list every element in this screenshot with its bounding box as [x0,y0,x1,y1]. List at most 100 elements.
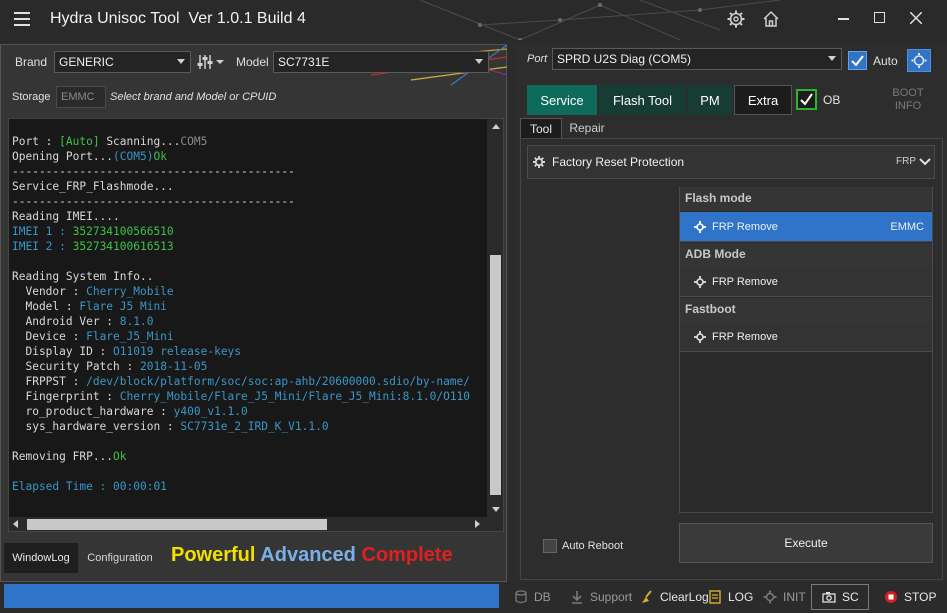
filter-sliders-icon[interactable] [197,53,227,71]
stop-label: STOP [904,590,937,604]
init-button[interactable]: INIT [763,583,806,611]
frp-remove-label: FRP Remove [712,275,778,288]
frp-remove-fastboot[interactable]: FRP Remove [680,322,932,352]
tab-repair[interactable]: Repair [564,118,610,138]
tab-service[interactable]: Service [527,85,597,115]
port-settings-button[interactable] [907,49,931,72]
tab-tool[interactable]: Tool [520,118,562,138]
log-segment: Ok [153,150,167,163]
frp-short-label: FRP [896,156,916,167]
support-button[interactable]: Support [570,583,632,611]
chevron-down-icon [828,56,836,61]
log-file-icon [709,590,721,604]
log-line: Port : [Auto] Scanning...COM5 [12,134,486,149]
model-label: Model [236,55,269,69]
log-button[interactable]: LOG [708,583,753,611]
horizontal-scrollbar[interactable] [9,517,487,531]
model-select[interactable]: SC7731E [273,51,489,73]
scroll-down-icon[interactable] [492,507,500,512]
log-console[interactable]: Port : [Auto] Scanning...COM5 Opening Por… [8,118,504,532]
log-segment: Reading System Info.. [12,270,154,283]
log-line: Display ID : O11019 release-keys [12,344,486,359]
log-line: ----------------------------------------… [12,194,486,209]
title-bar: Hydra Unisoc Tool Ver 1.0.1 Build 4 [0,0,947,40]
brand-model-hint: Select brand and Model or CPUID [110,91,277,103]
ob-checkbox[interactable] [796,89,817,110]
log-text: Port : [Auto] Scanning...COM5 Opening Por… [12,119,486,519]
scroll-right-icon[interactable] [475,520,480,528]
scroll-left-icon[interactable] [13,520,18,528]
frp-remove-adb-mode[interactable]: FRP Remove [680,267,932,297]
close-icon[interactable] [910,12,922,24]
support-label: Support [590,590,633,604]
init-label: INIT [783,590,806,604]
frp-remove-label: FRP Remove [712,220,778,233]
log-line: Device : Flare_J5_Mini [12,329,486,344]
tab-extra[interactable]: Extra [734,85,792,115]
progress-bar [4,584,499,608]
slogan-complete: Complete [361,544,453,566]
tab-flash-tool[interactable]: Flash Tool [599,85,686,115]
progress-fill [4,584,499,608]
gear-icon [694,220,706,233]
auto-checkbox[interactable] [848,51,867,70]
clearlog-button[interactable]: ClearLog [640,583,709,611]
sc-label: SC [842,590,859,604]
port-select[interactable]: SPRD U2S Diag (COM5) [552,48,842,70]
log-line: Model : Flare J5 Mini [12,299,486,314]
frp-remove-flash-mode[interactable]: FRP Remove EMMC [680,212,932,242]
boot-info-button[interactable]: BOOT INFO [876,85,940,115]
log-segment: Scanning... [99,135,181,148]
camera-icon [822,592,836,603]
chevron-down-icon [919,158,931,166]
log-segment: 352734100566510 [72,225,174,238]
log-line: Service_FRP_Flashmode... [12,179,486,194]
brand-select[interactable]: GENERIC [54,51,191,73]
log-segment: SC7731e_2_IRD_K_V1.1.0 [180,420,329,433]
auto-reboot-checkbox[interactable] [543,539,557,553]
menu-icon[interactable] [14,12,30,26]
maximize-icon[interactable] [874,12,885,23]
slogan-powerful: Powerful [171,544,256,566]
tab-pm[interactable]: PM [688,85,732,115]
storage-label: Storage [12,91,51,103]
minimize-icon[interactable] [838,18,849,20]
download-icon [572,591,582,604]
settings-gear-icon[interactable] [727,10,745,28]
horizontal-scroll-thumb[interactable] [27,519,327,530]
home-icon[interactable] [762,10,780,28]
db-label: DB [534,590,551,604]
gear-icon [694,275,706,288]
ob-label: OB [823,93,841,107]
broom-icon [642,590,652,603]
log-segment: sys_hardware_version : [12,420,181,433]
storage-field[interactable]: EMMC [56,86,106,108]
slogan-advanced: Advanced [260,544,356,566]
log-line: IMEI 1 : 352734100566510 [12,224,486,239]
vertical-scrollbar[interactable] [487,119,503,517]
checkmark-icon [851,55,864,67]
log-line: Fingerprint : Cherry_Mobile/Flare_J5_Min… [12,389,486,404]
execute-button[interactable]: Execute [679,523,933,563]
tab-windowlog[interactable]: WindowLog [4,543,78,573]
stop-button[interactable]: STOP [884,583,936,611]
log-segment: Service_FRP_Flashmode... [12,180,174,193]
screenshot-button[interactable]: SC [811,584,869,610]
scroll-up-icon[interactable] [492,124,500,129]
gear-icon [911,53,927,68]
tab-configuration[interactable]: Configuration [80,543,160,573]
log-label: LOG [728,590,754,604]
log-segment: FRPPST : [12,375,87,388]
log-segment: Cherry_Mobile [86,285,174,298]
port-label: Port [527,53,548,65]
log-segment: O11019 release-keys [113,345,242,358]
stop-icon [885,591,897,603]
log-segment: Android Ver : [12,315,120,328]
vertical-scroll-thumb[interactable] [490,255,501,495]
port-select-value: SPRD U2S Diag (COM5) [557,52,692,66]
log-segment: ----------------------------------------… [12,165,295,178]
frp-dropdown[interactable]: Factory Reset Protection FRP [527,145,935,179]
db-button[interactable]: DB [514,583,551,611]
log-line: ro_product_hardware : y400_v1.1.0 [12,404,486,419]
